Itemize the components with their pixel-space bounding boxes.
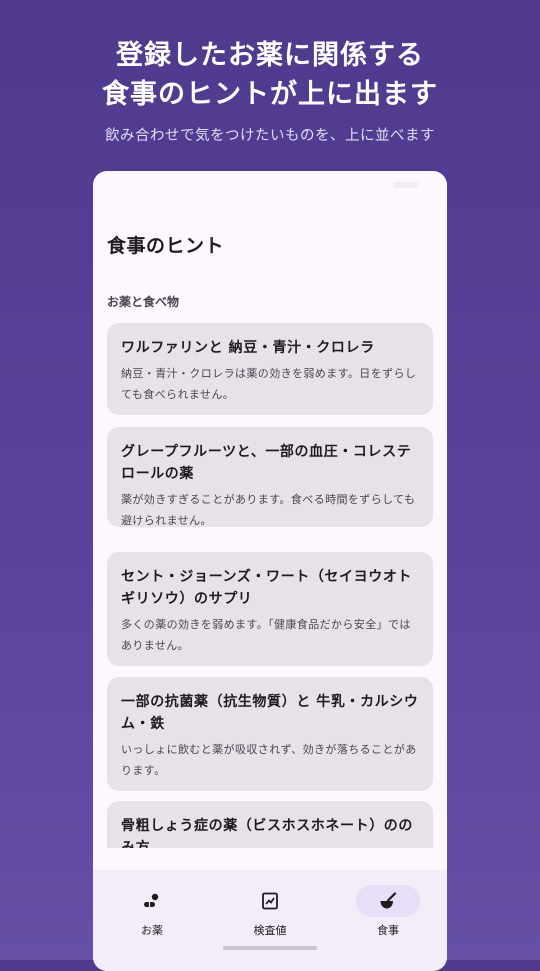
hint-card-title: セント・ジョーンズ・ワート（セイヨウオトギリソウ）のサプリ — [121, 569, 413, 607]
nav-item-medicine[interactable]: お薬 — [93, 880, 211, 940]
hint-card-st-johns-wort[interactable]: セント・ジョーンズ・ワート（セイヨウオトギリソウ）のサプリ 多くの薬の効きを弱め… — [107, 552, 433, 666]
promo-title-line1: 登録したお薬に関係する — [116, 40, 424, 71]
hint-card-description: 薬が効きすぎることがあります。食べる時間をずらしても避けられません。 — [121, 493, 416, 527]
chart-icon — [262, 892, 278, 910]
food-icon — [380, 892, 397, 909]
nav-label: 検査値 — [253, 924, 287, 937]
hint-card-title: 骨粗しょう症の薬（ビスホスホネート）ののみ方 — [121, 818, 413, 848]
pill-icon — [144, 893, 159, 907]
nav-indicator — [238, 885, 302, 917]
hint-card-warfarin[interactable]: ワルファリンと 納豆・青汁・クロレラ 納豆・青汁・クロレラは薬の効きを弱めます。… — [107, 323, 433, 415]
screen-title: 食事のヒント — [107, 235, 225, 257]
status-icons — [393, 182, 419, 188]
hint-list[interactable]: ワルファリンと 納豆・青汁・クロレラ 納豆・青汁・クロレラは薬の効きを弱めます。… — [93, 321, 447, 848]
hint-card-description: 納豆・青汁・クロレラは薬の効きを弱めます。日をずらしても食べられません。 — [121, 367, 417, 401]
hint-card-title: グレープフルーツと、一部の血圧・コレステロールの薬 — [121, 444, 412, 482]
nav-item-meals[interactable]: 食事 — [329, 880, 447, 940]
nav-indicator — [120, 885, 184, 917]
hint-card-bisphosphonate[interactable]: 骨粗しょう症の薬（ビスホスホネート）ののみ方 — [107, 801, 433, 848]
hint-card-antibiotics[interactable]: 一部の抗菌薬（抗生物質）と 牛乳・カルシウム・鉄 いっしょに飲むと薬が吸収されず… — [107, 677, 433, 791]
hint-card-title: 一部の抗菌薬（抗生物質）と 牛乳・カルシウム・鉄 — [121, 694, 419, 732]
hint-card-description: いっしょに飲むと薬が吸収されず、効きが落ちることがあります。 — [121, 743, 417, 777]
nav-label: お薬 — [141, 924, 163, 937]
nav-indicator-active — [356, 885, 420, 917]
status-bar — [93, 171, 447, 195]
hint-card-grapefruit[interactable]: グレープフルーツと、一部の血圧・コレステロールの薬 薬が効きすぎることがあります… — [107, 427, 433, 527]
nav-item-lab-values[interactable]: 検査値 — [211, 880, 329, 940]
phone-screen: 食事のヒント お薬と食べ物 ワルファリンと 納豆・青汁・クロレラ 納豆・青汁・ク… — [93, 171, 447, 971]
promo-subtitle: 飲み合わせで気をつけたいものを、上に並べます — [105, 128, 435, 144]
promo-title: 登録したお薬に関係する 食事のヒントが上に出ます — [0, 36, 540, 114]
section-label: お薬と食べ物 — [107, 295, 180, 309]
nav-label: 食事 — [377, 924, 399, 937]
hint-card-description: 多くの薬の効きを弱めます。「健康食品だから安全」ではありません。 — [121, 618, 411, 652]
bottom-navigation: お薬 検査値 食事 — [93, 870, 447, 971]
hint-card-title: ワルファリンと 納豆・青汁・クロレラ — [121, 340, 375, 356]
promo-title-line2: 食事のヒントが上に出ます — [102, 79, 438, 110]
gesture-handle[interactable] — [223, 946, 317, 950]
